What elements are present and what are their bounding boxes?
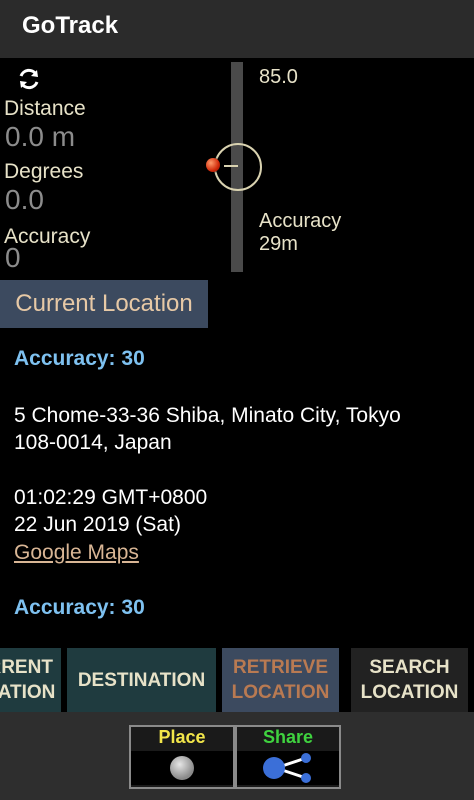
- google-maps-link[interactable]: Google Maps: [14, 541, 139, 565]
- side-accuracy-value: 29m: [259, 233, 298, 255]
- side-accuracy-label: Accuracy: [259, 210, 342, 232]
- accuracy-value: 0: [5, 242, 21, 273]
- tab-label-line2: LOCATION: [231, 682, 330, 703]
- tab-bar: CURRENT LOCATION DESTINATION RETRIEVE LO…: [0, 648, 474, 712]
- share-label: Share: [262, 727, 314, 747]
- compass-ring: [214, 143, 262, 191]
- current-location-tab-label: Current Location: [15, 290, 193, 317]
- distance-value: 0.0 m: [5, 121, 76, 152]
- place-icon: [170, 756, 194, 780]
- address-line-2: 108-0014, Japan: [14, 431, 172, 454]
- share-button[interactable]: Share: [235, 725, 341, 789]
- place-label: Place: [158, 727, 206, 747]
- accuracy-text: Accuracy: 30: [14, 347, 145, 370]
- tab-destination[interactable]: DESTINATION: [67, 648, 216, 712]
- tab-label-line1: SEARCH: [369, 657, 450, 678]
- compass-needle: [224, 165, 238, 167]
- refresh-button[interactable]: [12, 62, 46, 96]
- tab-search-location[interactable]: SEARCH LOCATION: [351, 648, 468, 712]
- tab-current-location[interactable]: CURRENT LOCATION: [0, 648, 61, 712]
- share-icon: [263, 753, 311, 783]
- address-line-1: 5 Chome-33-36 Shiba, Minato City, Tokyo: [14, 404, 401, 427]
- degrees-value: 0.0: [5, 184, 44, 215]
- tab-label-line2: LOCATION: [360, 682, 459, 703]
- tab-retrieve-location[interactable]: RETRIEVE LOCATION: [222, 648, 339, 712]
- current-location-tab[interactable]: Current Location: [0, 280, 208, 328]
- time-text: 01:02:29 GMT+0800: [14, 486, 208, 509]
- place-button[interactable]: Place: [129, 725, 235, 789]
- bearing-value: 85.0: [259, 66, 298, 88]
- tab-label-line1: RETRIEVE: [232, 657, 329, 678]
- date-text: 22 Jun 2019 (Sat): [14, 513, 181, 536]
- tab-label: DESTINATION: [77, 669, 206, 691]
- tab-label-line2: LOCATION: [0, 682, 56, 703]
- accuracy-text-2: Accuracy: 30: [14, 596, 145, 619]
- refresh-icon: [19, 68, 39, 90]
- tab-label-line1: CURRENT: [0, 657, 53, 678]
- distance-label: Distance: [4, 97, 86, 120]
- location-pin-icon: [206, 158, 220, 172]
- degrees-label: Degrees: [4, 160, 84, 183]
- app-title: GoTrack: [22, 12, 119, 39]
- app-bar: GoTrack: [0, 0, 474, 58]
